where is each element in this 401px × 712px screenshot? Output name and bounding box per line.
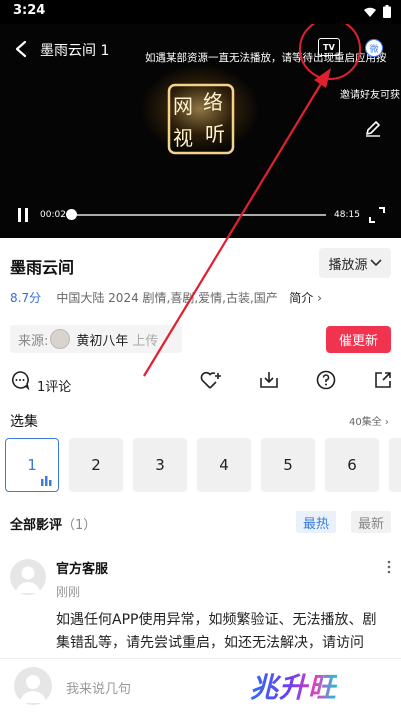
fullscreen-icon[interactable] [369, 207, 385, 223]
uploader-suffix: 上传 [132, 333, 159, 349]
comment-avatar[interactable] [10, 559, 46, 595]
show-title: 墨雨云间 [10, 258, 75, 277]
comment-body: 如遇任何APP使用异常，如频繁验证、无法播放、剧集错乱等，请先尝试重启，如还无法… [56, 612, 377, 651]
sort-new-tab[interactable]: 最新 [351, 511, 391, 533]
comment-input[interactable]: 我来说几句 [66, 678, 131, 697]
comment-icon[interactable] [10, 370, 30, 390]
play-source-label: 播放源 [328, 257, 368, 273]
score: 8.7分 [10, 291, 42, 305]
duration: 48:15 [334, 210, 360, 220]
intro-link[interactable]: 简介 [289, 291, 313, 305]
episode-number: 1 [27, 456, 37, 474]
pause-icon[interactable] [16, 207, 30, 223]
wechat-share-icon[interactable]: 微 [365, 39, 383, 57]
episode-4[interactable]: 4 [197, 438, 251, 492]
help-icon[interactable] [316, 370, 336, 390]
wifi-icon [364, 7, 376, 17]
uploader-chip[interactable]: 来源: 黄初八年 上传 [10, 325, 182, 353]
video-player[interactable]: 网 络 视 听 墨雨云间 1 如遇某部资源一直无法播放，请等待出现重启应用按 T… [0, 24, 401, 238]
network-audiovisual-logo: 网 络 视 听 [167, 83, 235, 155]
episodes-total-text: 40集全 [349, 417, 382, 428]
episodes-total[interactable]: 40集全 › [349, 413, 389, 428]
invite-friends-text[interactable]: 邀请好友可获 [340, 86, 400, 101]
action-row: 1评论 [0, 370, 401, 398]
download-icon[interactable] [259, 370, 279, 390]
uploader-label: 来源: [18, 333, 49, 349]
urge-update-button[interactable]: 催更新 [326, 326, 391, 353]
battery-icon [383, 5, 391, 18]
comment-time: 刚刚 [56, 585, 81, 599]
play-source-button[interactable]: 播放源 [319, 248, 391, 278]
bottom-comment-bar: 我来说几句 [0, 658, 401, 712]
chevron-right-icon: › [317, 291, 322, 305]
annotation-circle [299, 24, 361, 80]
episode-1[interactable]: 1 [5, 438, 59, 492]
back-icon[interactable] [14, 40, 28, 58]
episode-2[interactable]: 2 [69, 438, 123, 492]
episode-number: 5 [283, 456, 293, 474]
default-user-icon [16, 566, 40, 593]
episode-number: 4 [219, 456, 229, 474]
episode-3[interactable]: 3 [133, 438, 187, 492]
logo-char-3: 视 [173, 126, 193, 150]
progress-track[interactable] [68, 214, 326, 216]
logo-char-1: 网 [173, 94, 193, 118]
favorite-add-icon[interactable] [200, 370, 222, 390]
uploader-avatar [50, 329, 71, 349]
episode-number: 2 [91, 456, 101, 474]
status-bar: 3:24 [0, 0, 401, 24]
episodes-label: 选集 [10, 414, 38, 430]
chevron-down-icon [369, 259, 382, 267]
comment-count[interactable]: 1评论 [37, 376, 71, 395]
more-vertical-icon[interactable] [386, 560, 392, 574]
episode-6[interactable]: 6 [325, 438, 379, 492]
logo-char-2: 络 [203, 90, 223, 114]
uploader-name: 黄初八年 [76, 333, 129, 349]
my-avatar [14, 667, 52, 705]
logo-char-4: 听 [205, 122, 225, 146]
watermark-logo: 兆升旺 [250, 666, 337, 706]
player-title: 墨雨云间 1 [40, 43, 110, 59]
episode-number: 3 [155, 456, 165, 474]
default-user-icon [20, 675, 46, 703]
reviews-title: 全部影评 [10, 518, 63, 533]
current-time: 00:02 [40, 210, 66, 220]
reviews-label: 全部影评（1） [10, 514, 96, 533]
meta-text: 中国大陆 2024 剧情,喜剧,爱情,古装,国产 [56, 291, 278, 305]
playing-bars-icon [41, 476, 52, 486]
sort-hot-tab[interactable]: 最热 [296, 511, 336, 533]
reviews-count: （1） [62, 518, 97, 533]
edit-pencil-icon[interactable] [364, 119, 382, 137]
show-meta: 8.7分 中国大陆 2024 剧情,喜剧,爱情,古装,国产 简介 › [10, 289, 322, 306]
episode-5[interactable]: 5 [261, 438, 315, 492]
comment-author[interactable]: 官方客服 [56, 558, 108, 577]
system-icons [363, 5, 391, 18]
status-time: 3:24 [13, 3, 46, 18]
episode-7-partial[interactable] [389, 438, 401, 492]
episode-number: 6 [347, 456, 357, 474]
progress-knob[interactable] [66, 209, 78, 220]
share-icon[interactable] [373, 370, 393, 390]
share-label: 微 [369, 44, 379, 55]
